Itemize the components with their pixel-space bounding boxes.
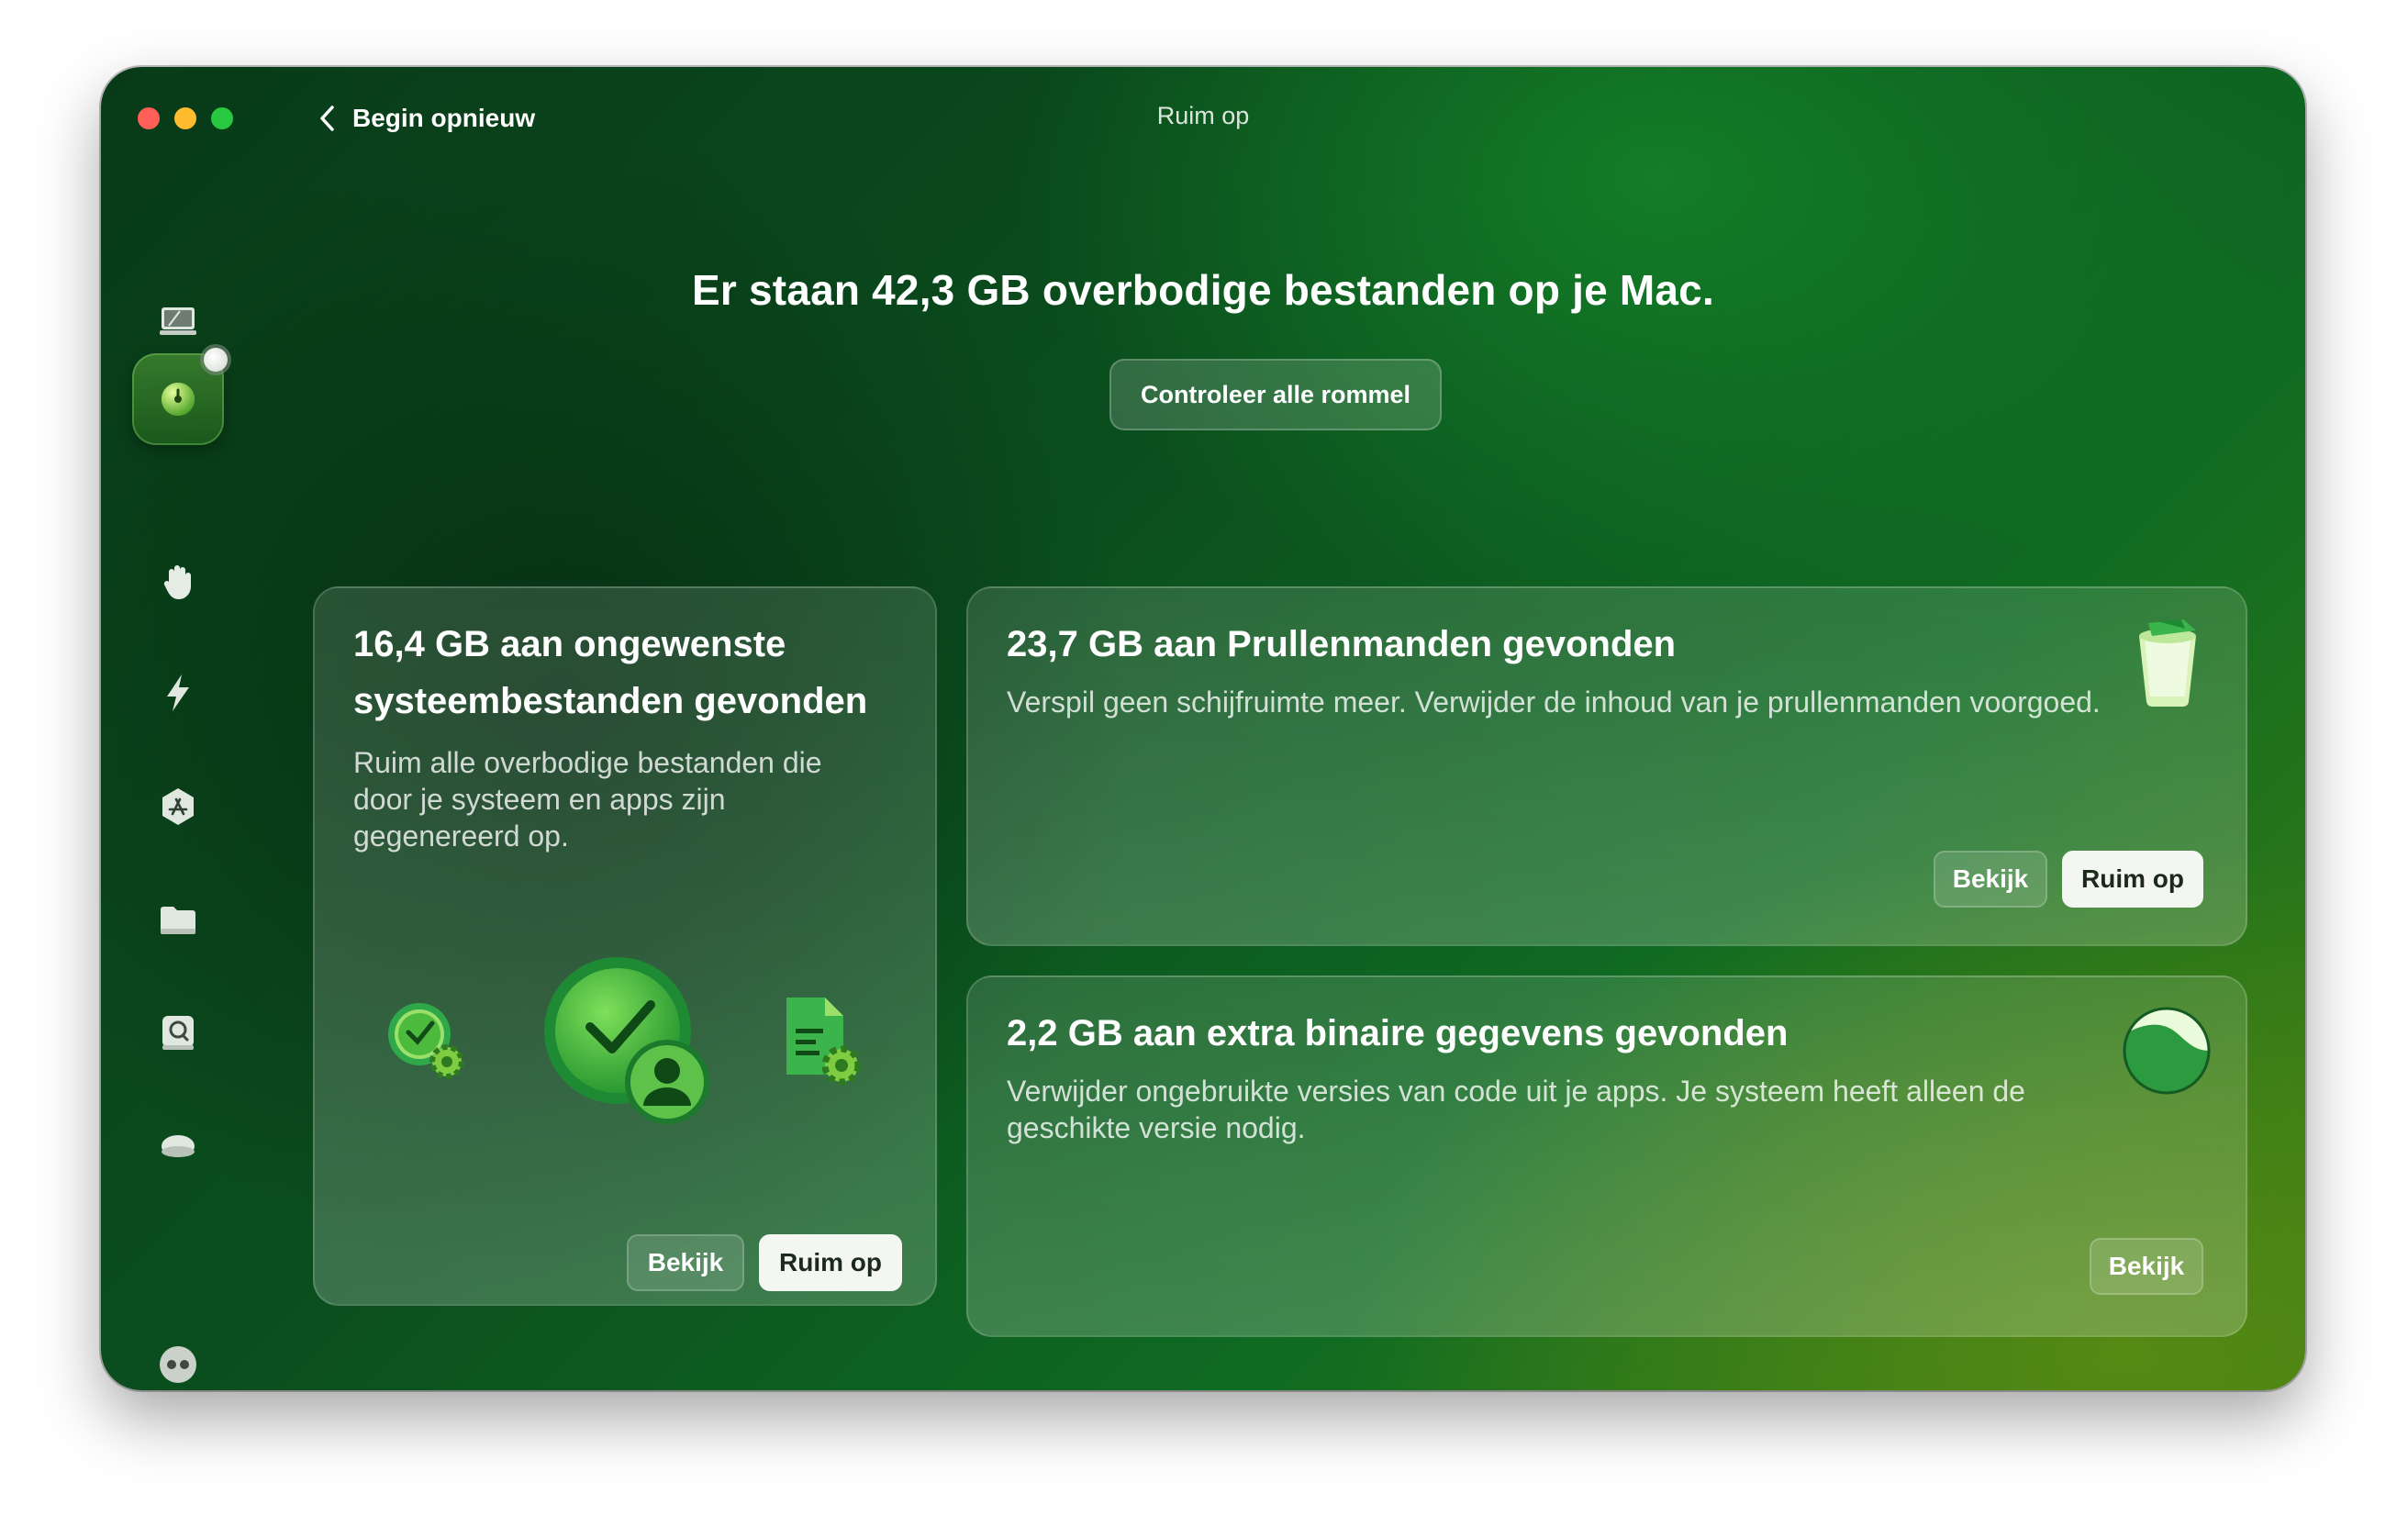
binary-disc-icon <box>2123 1007 2211 1095</box>
trash-bins-title: 23,7 GB aan Prullenmanden gevonden <box>1007 624 1677 664</box>
summary-headline: Er staan 42,3 GB overbodige bestanden op… <box>692 266 1714 314</box>
sidebar-item-protection[interactable] <box>141 544 215 618</box>
disk-search-icon <box>162 1016 194 1050</box>
system-junk-card: 16,4 GB aan ongewenste systeembestanden … <box>313 586 937 1306</box>
cleanup-bubble-icon <box>162 383 195 416</box>
trash-bins-review-button[interactable]: Bekijk <box>1934 851 2047 908</box>
appstore-icon <box>162 788 194 825</box>
trash-bins-clean-button[interactable]: Ruim op <box>2062 851 2203 908</box>
system-junk-description: Ruim alle overbodige bestanden die door … <box>353 746 822 853</box>
notification-dot <box>204 348 228 372</box>
sidebar-item-assistant[interactable] <box>141 1328 215 1390</box>
window-title: Ruim op <box>1156 102 1250 129</box>
assistant-dots-icon <box>160 1346 196 1383</box>
bolt-icon <box>167 674 189 711</box>
sidebar-item-cloud[interactable] <box>141 1108 215 1181</box>
clock-user-icon <box>544 957 709 1124</box>
system-junk-review-button[interactable]: Bekijk <box>627 1234 744 1291</box>
system-junk-title: 16,4 GB aan ongewenste systeembestanden … <box>353 624 868 721</box>
trash-bins-description: Verspil geen schijfruimte meer. Verwijde… <box>1007 685 2101 719</box>
app-window: Begin opnieuw Ruim op Er staan 42,3 GB o… <box>101 67 2305 1390</box>
hand-icon <box>163 565 191 599</box>
sidebar-item-performance[interactable] <box>141 656 215 730</box>
extra-binaries-description: Verwijder ongebruikte versies van code u… <box>1007 1075 2025 1144</box>
check-all-junk-button[interactable]: Controleer alle rommel <box>1109 359 1442 430</box>
sidebar-item-applications[interactable] <box>141 770 215 843</box>
cloud-icon <box>162 1135 195 1157</box>
system-junk-clean-button[interactable]: Ruim op <box>759 1234 902 1291</box>
sidebar-item-my-clutter[interactable] <box>141 884 215 957</box>
extra-binaries-card: 2,2 GB aan extra binaire gegevens gevond… <box>966 975 2247 1337</box>
sidebar-item-cleanup[interactable] <box>132 348 228 445</box>
extra-binaries-title: 2,2 GB aan extra binaire gegevens gevond… <box>1007 1013 1789 1053</box>
trash-bins-card: 23,7 GB aan Prullenmanden gevonden Versp… <box>966 586 2247 946</box>
document-gear-icon <box>786 998 862 1086</box>
folder-icon <box>161 907 195 934</box>
clock-gear-icon <box>388 1003 464 1079</box>
trash-can-icon <box>2139 619 2196 708</box>
sidebar-item-space-lens[interactable] <box>141 996 215 1069</box>
extra-binaries-review-button[interactable]: Bekijk <box>2090 1238 2203 1295</box>
